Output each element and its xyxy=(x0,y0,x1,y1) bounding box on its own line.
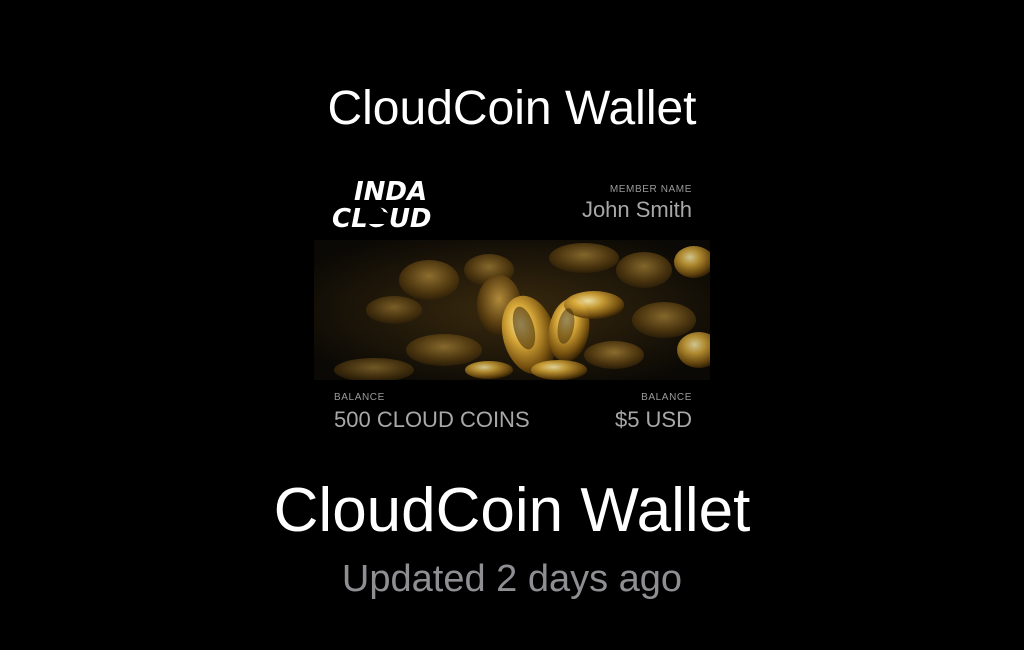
member-name-label: MEMBER NAME xyxy=(609,184,692,195)
balance-usd-label: BALANCE xyxy=(641,392,692,403)
balance-coins-value: 500 CLOUD COINS xyxy=(334,407,530,432)
balance-coins-label: BALANCE xyxy=(334,392,385,403)
gold-coins-image xyxy=(314,240,710,380)
logo-line1: INDA xyxy=(354,177,427,207)
wallet-name: CloudCoin Wallet xyxy=(273,476,751,545)
updated-status: Updated 2 days ago xyxy=(341,558,683,600)
balance-usd-value: $5 USD xyxy=(614,407,692,432)
member-name-value: John Smith xyxy=(581,197,692,222)
inda-cloud-logo: INDA CLOUD xyxy=(332,176,462,234)
wallet-pass-card[interactable]: INDA CLOUD MEMBER NAME John Smith xyxy=(314,170,710,445)
wallet-pass-preview: CloudCoin Wallet INDA CLOUD MEMBER NAME … xyxy=(0,0,1024,650)
page-title: CloudCoin Wallet xyxy=(327,82,697,135)
